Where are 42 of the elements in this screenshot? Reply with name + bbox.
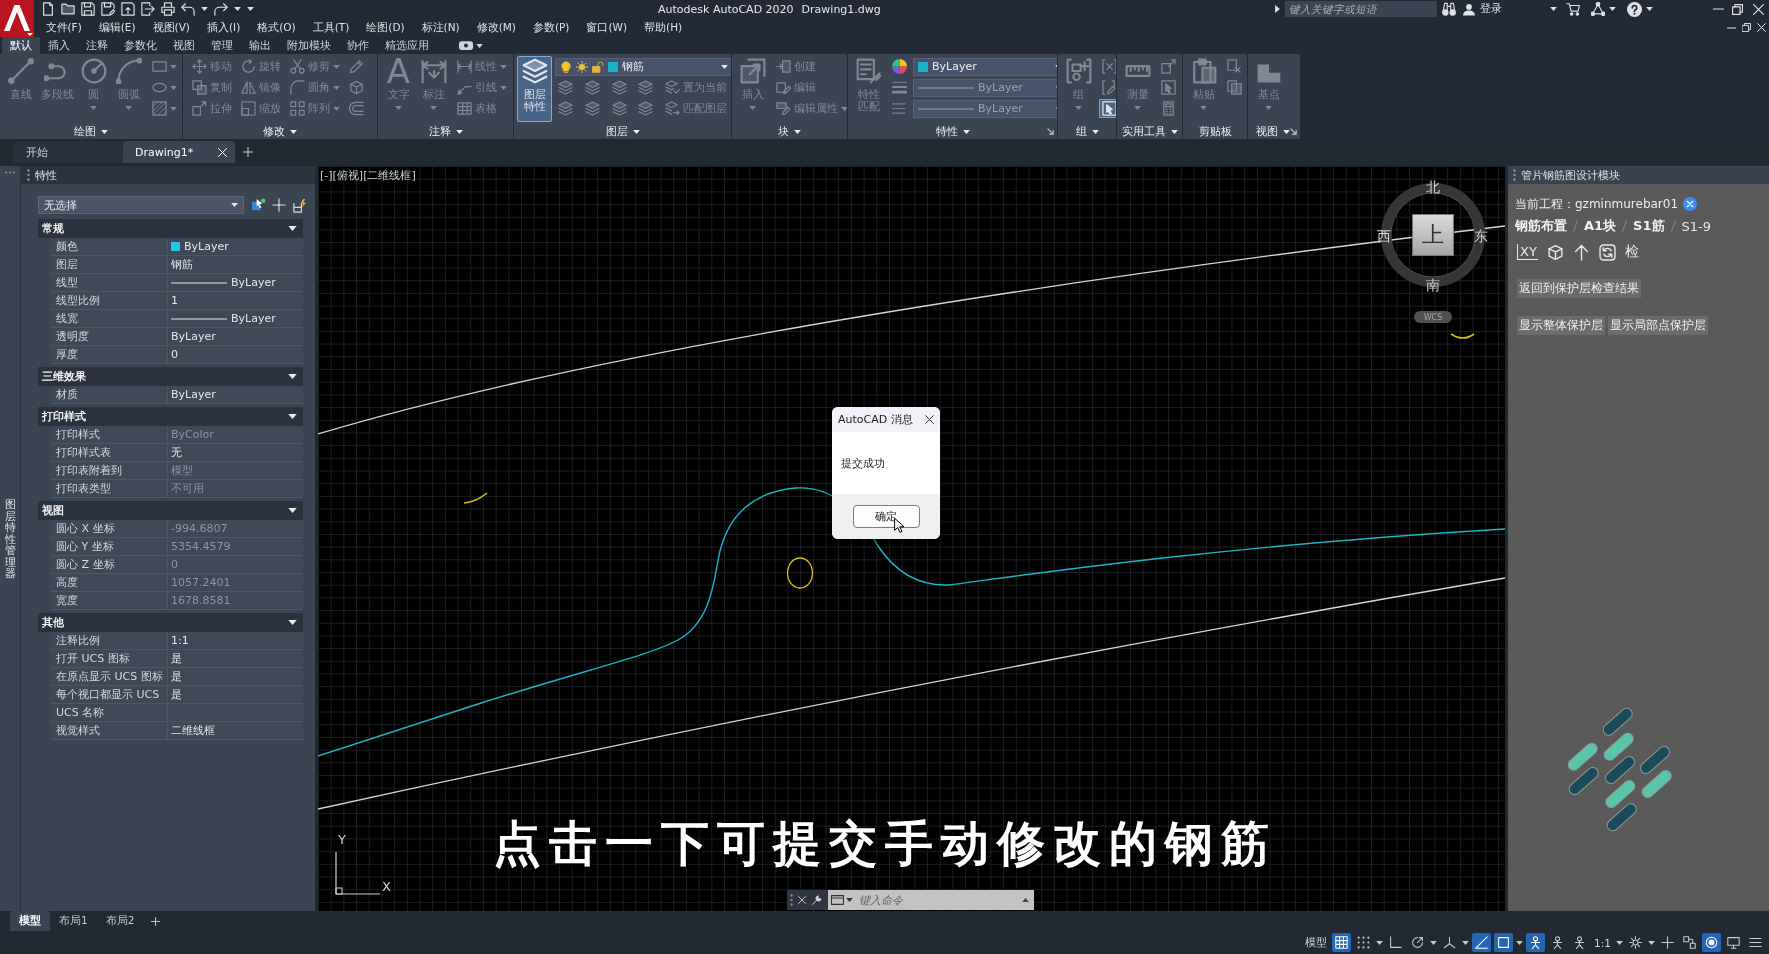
property-label: 圆心 Z 坐标 [51,556,168,574]
property-label: 透明度 [51,328,168,346]
project-label: 当前工程： [1515,195,1575,213]
property-label: 高度 [51,574,168,592]
property-label: UCS 名称 [51,704,168,722]
property-label: 打印样式 [51,426,168,444]
property-value: 0 [171,558,178,571]
property-label: 圆心 Y 坐标 [51,538,168,556]
property-label: 圆心 X 坐标 [51,520,168,538]
property-label: 在原点显示 UCS 图标 [51,668,168,686]
property-value: ByColor [171,428,214,441]
property-label: 打印样式表 [51,444,168,462]
property-label: 视觉样式 [51,722,168,740]
property-label: 打印表类型 [51,480,168,498]
property-label: 线型 [51,274,168,292]
property-value: 模型 [171,463,193,478]
property-value: 1678.8581 [171,594,231,607]
property-label: 打印表附着到 [51,462,168,480]
property-label: 打开 UCS 图标 [51,650,168,668]
panel-title: 管片钢筋图设计模块 [1521,167,1620,183]
property-value: 不可用 [171,481,204,496]
property-label: 宽度 [51,592,168,610]
document-name: Drawing1.dwg [801,2,881,16]
video-caption: 点击一下可提交手动修改的钢筋 [493,814,1277,872]
dialog-title: AutoCAD 消息 [838,412,913,427]
window-title: Autodesk AutoCAD 2020 [658,2,794,16]
property-label: 材质 [51,386,168,404]
axis-label: X [382,880,391,894]
palette-title: 特性 [35,167,57,183]
property-label: 线宽 [51,310,168,328]
property-label: 每个视口都显示 UCS [51,686,168,704]
dialog-message: 提交成功 [841,455,885,471]
axis-label: Y [338,833,346,847]
project-name: gzminmurebar01 [1575,197,1679,211]
property-value: 1057.2401 [171,576,231,589]
property-value: 5354.4579 [171,540,231,553]
property-value: -994.6807 [171,522,228,535]
property-label: 注释比例 [51,632,168,650]
property-label: 图层 [51,256,168,274]
property-label: 线型比例 [51,292,168,310]
property-label: 颜色 [51,238,168,256]
property-label: 厚度 [51,346,168,364]
